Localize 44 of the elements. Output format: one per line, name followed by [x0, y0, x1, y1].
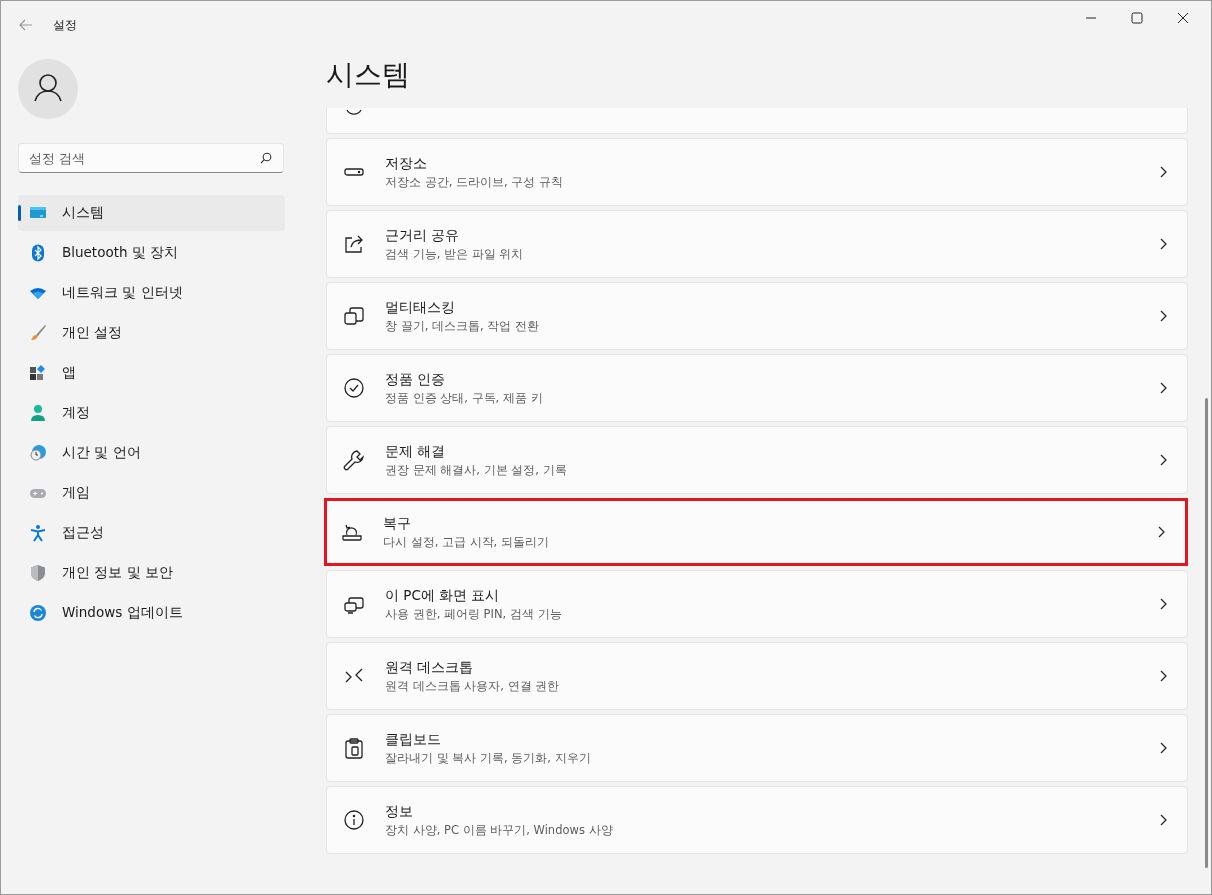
search-field[interactable]: 설정 검색 — [18, 143, 284, 173]
settings-card[interactable]: 정품 인증 정품 인증 상태, 구독, 제품 키 — [326, 354, 1188, 422]
setting-description: 권장 문제 해결사, 기본 설정, 기록 — [385, 462, 568, 478]
settings-card[interactable]: 문제 해결 권장 문제 해결사, 기본 설정, 기록 — [326, 426, 1188, 494]
sidebar-item[interactable]: 접근성 — [18, 515, 285, 551]
setting-title: 근거리 공유 — [385, 226, 461, 245]
sidebar-item[interactable]: Bluetooth 및 장치 — [18, 235, 285, 271]
setting-description: 사용 권한, 페어링 PIN, 검색 기능 — [385, 606, 563, 622]
settings-card[interactable]: 복구 다시 설정, 고급 시작, 되돌리기 — [324, 498, 1188, 566]
sidebar-item[interactable]: 개인 설정 — [18, 315, 285, 351]
setting-description: 다시 설정, 고급 시작, 되돌리기 — [383, 534, 550, 550]
setting-description: 잘라내기 및 복사 기록, 동기화, 지우기 — [385, 750, 592, 766]
setting-title: 정품 인증 — [385, 370, 447, 389]
settings-card[interactable]: 저장소 저장소 공간, 드라이브, 구성 규칙 — [326, 138, 1188, 206]
settings-card[interactable]: 정보 장치 사양, PC 이름 바꾸기, Windows 사양 — [326, 786, 1188, 854]
setting-title: 클립보드 — [385, 730, 442, 749]
settings-card[interactable]: 클립보드 잘라내기 및 복사 기록, 동기화, 지우기 — [326, 714, 1188, 782]
window-title: 설정 — [53, 16, 77, 34]
sidebar-item[interactable]: Windows 업데이트 — [18, 595, 285, 631]
setting-title: 정보 — [385, 802, 414, 821]
page-title: 시스템 — [326, 57, 411, 93]
setting-description: 정품 인증 상태, 구독, 제품 키 — [385, 390, 544, 406]
setting-title: 저장소 — [385, 154, 428, 173]
setting-title: 원격 데스크톱 — [385, 658, 475, 677]
settings-card[interactable]: 원격 데스크톱 원격 데스크톱 사용자, 연결 권한 — [326, 642, 1188, 710]
settings-card[interactable]: 멀티태스킹 창 끌기, 데스크톱, 작업 전환 — [326, 282, 1188, 350]
setting-description: 원격 데스크톱 사용자, 연결 권한 — [385, 678, 561, 694]
sidebar-item[interactable]: 시스템 — [18, 195, 285, 231]
sidebar-item[interactable]: 네트워크 및 인터넷 — [18, 275, 285, 311]
setting-description: 검색 기능, 받은 파일 위치 — [385, 246, 525, 262]
sidebar-item[interactable]: 앱 — [18, 355, 285, 391]
setting-description: 장치 사양, PC 이름 바꾸기, Windows 사양 — [385, 822, 614, 838]
sidebar-item[interactable]: 계정 — [18, 395, 285, 431]
setting-description: 저장소 공간, 드라이브, 구성 규칙 — [385, 174, 564, 190]
setting-title: 문제 해결 — [385, 442, 447, 461]
setting-title: 복구 — [383, 514, 412, 533]
settings-card[interactable]: 이 PC에 화면 표시 사용 권한, 페어링 PIN, 검색 기능 — [326, 570, 1188, 638]
setting-title: 멀티태스킹 — [385, 298, 456, 317]
settings-card[interactable]: 근거리 공유 검색 기능, 받은 파일 위치 — [326, 210, 1188, 278]
sidebar-item[interactable]: 게임 — [18, 475, 285, 511]
sidebar-item[interactable]: 개인 정보 및 보안 — [18, 555, 285, 591]
sidebar-item[interactable]: 시간 및 언어 — [18, 435, 285, 471]
setting-description: 창 끌기, 데스크톱, 작업 전환 — [385, 318, 540, 334]
setting-title: 이 PC에 화면 표시 — [385, 586, 501, 605]
